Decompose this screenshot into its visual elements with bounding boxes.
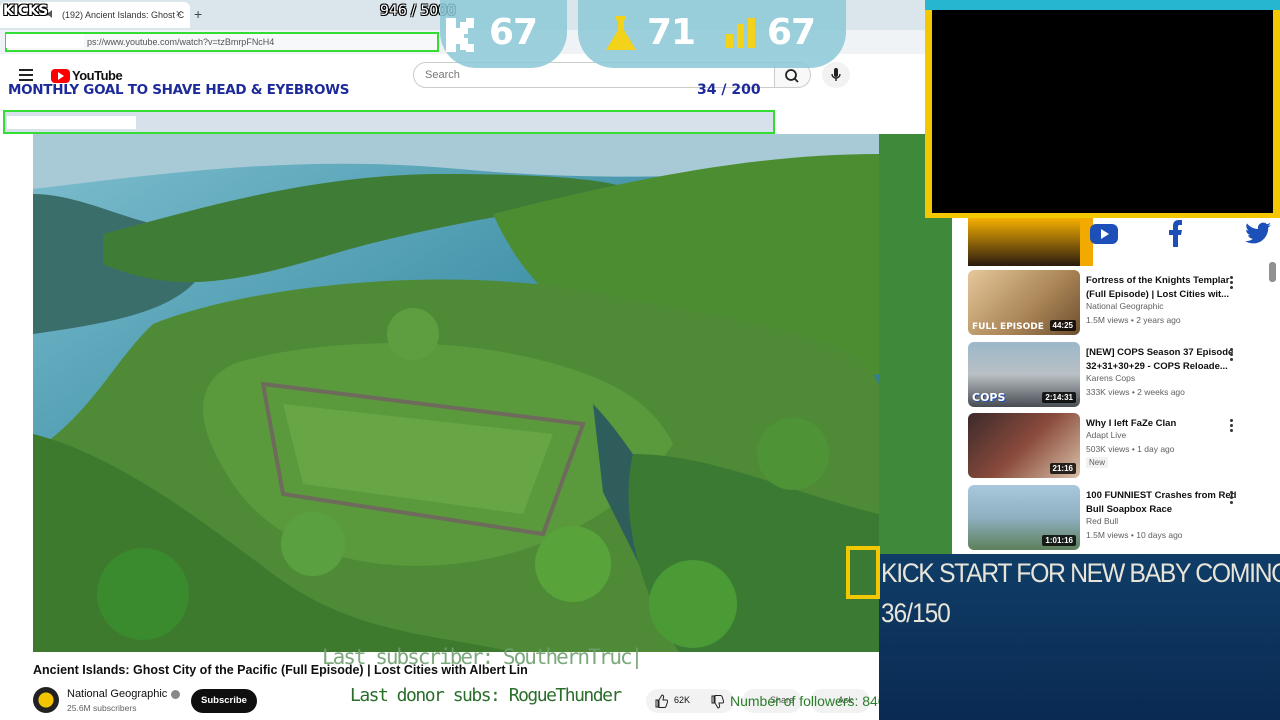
more-options-icon[interactable]: [1230, 276, 1233, 291]
goal-progress-fill: [7, 116, 136, 129]
close-icon[interactable]: ×: [176, 8, 182, 20]
more-options-icon[interactable]: [1230, 348, 1233, 363]
microphone-icon: [831, 68, 841, 81]
bar-chart-icon: [726, 18, 755, 48]
sidebar-scrollbar[interactable]: [1269, 262, 1276, 282]
flask-icon: [606, 16, 636, 50]
last-donor-text: Last donor subs: RogueThunder: [350, 685, 622, 706]
video-thumbnail[interactable]: 1:01:16: [968, 485, 1080, 550]
video-thumbnail[interactable]: 21:16: [968, 413, 1080, 478]
recommendation-item[interactable]: COPS 2:14:31 [NEW] COPS Season 37 Episod…: [968, 342, 1268, 408]
redacted-block: [6, 34, 84, 48]
video-duration: 1:01:16: [1042, 535, 1076, 546]
kicks-logo: KICKS: [3, 3, 48, 19]
monthly-goal-text: MONTHLY GOAL TO SHAVE HEAD & EYEBROWS: [8, 82, 350, 98]
youtube-logo[interactable]: YouTube: [51, 68, 123, 83]
followers-text: Number of followers: 840: [730, 693, 886, 709]
flask-stat-value: 71: [647, 12, 696, 53]
thumbs-up-icon[interactable]: [654, 694, 668, 708]
recommendation-channel[interactable]: Adapt Live: [1086, 430, 1126, 440]
kick-highlight-box: [846, 546, 880, 599]
video-duration: 44:25: [1049, 320, 1076, 331]
recommendation-channel[interactable]: Karens Cops: [1086, 373, 1135, 383]
recommendation-item[interactable]: 21:16 Why I left FaZe Clan Adapt Live 50…: [968, 413, 1268, 479]
recommendation-title[interactable]: [NEW] COPS Season 37 Episode 32+31+30+29…: [1086, 346, 1246, 374]
recommendation-title[interactable]: Fortress of the Knights Templar (Full Ep…: [1086, 274, 1246, 302]
recommendation-title[interactable]: Why I left FaZe Clan: [1086, 417, 1246, 431]
tab-title: (192) Ancient Islands: Ghost C: [62, 10, 185, 20]
recommendation-item[interactable]: 1:01:16 100 FUNNIEST Crashes from Red Bu…: [968, 485, 1268, 551]
cops-badge: COPS: [972, 391, 1006, 404]
channel-name-text: National Geographic: [67, 688, 168, 700]
recommendation-channel[interactable]: Red Bull: [1086, 516, 1118, 526]
twitter-social-icon: [1245, 222, 1271, 244]
video-thumbnail[interactable]: COPS 2:14:31: [968, 342, 1080, 407]
recommendation-meta: 1.5M views • 2 years ago: [1086, 315, 1181, 325]
video-duration: 21:16: [1049, 463, 1076, 474]
subscriber-count: 25.6M subscribers: [67, 703, 137, 713]
channel-avatar[interactable]: [33, 687, 59, 713]
kick-start-text: KICK START FOR NEW BABY COMING IN APRIL: [881, 558, 1280, 588]
voice-search-button[interactable]: [822, 62, 850, 88]
last-subscriber-text: Last subscriber: SouthernTruc|: [322, 645, 643, 669]
more-options-icon[interactable]: [1230, 419, 1233, 434]
twitter-icon[interactable]: [1238, 219, 1274, 249]
kick-start-count: 36/150: [881, 598, 951, 628]
recommendation-item[interactable]: FULL EPISODE 44:25 Fortress of the Knigh…: [968, 270, 1268, 336]
hamburger-menu-icon[interactable]: [19, 69, 33, 81]
social-bar: [968, 218, 1280, 266]
screen: (192) Ancient Islands: Ghost C × + KICKS…: [0, 0, 1280, 720]
bars-stat-value: 67: [767, 12, 816, 53]
youtube-social-icon: [1090, 224, 1118, 244]
thumbs-down-icon[interactable]: [710, 695, 724, 709]
like-dislike-buttons[interactable]: 62K: [646, 689, 734, 713]
kick-stat-value: 67: [489, 12, 538, 53]
new-badge: New: [1086, 457, 1109, 468]
like-count: 62K: [674, 695, 691, 705]
recommendation-meta: 1.5M views • 10 days ago: [1086, 530, 1183, 540]
subscribe-button[interactable]: Subscribe: [191, 689, 257, 713]
kick-logo-icon: [446, 18, 474, 52]
video-player[interactable]: [33, 134, 879, 652]
channel-name[interactable]: National Geographic: [67, 688, 181, 700]
recommendation-meta: 333K views • 2 weeks ago: [1086, 387, 1185, 397]
webcam-feed: [932, 10, 1273, 213]
new-tab-button[interactable]: +: [194, 6, 202, 22]
full-episode-badge: FULL EPISODE: [972, 322, 1044, 332]
monthly-goal-count: 34 / 200: [697, 82, 761, 98]
more-options-icon[interactable]: [1230, 491, 1233, 506]
facebook-icon[interactable]: [1157, 219, 1193, 249]
video-thumbnail[interactable]: FULL EPISODE 44:25: [968, 270, 1080, 335]
youtube-play-icon: [51, 68, 70, 83]
video-frame-aerial-island: [33, 134, 879, 652]
youtube-wordmark: YouTube: [72, 68, 123, 83]
webcam-frame-top: [925, 0, 1280, 10]
recommendation-channel[interactable]: National Geographic: [1086, 301, 1164, 311]
recommendation-meta: 503K views • 1 day ago: [1086, 444, 1175, 454]
youtube-icon[interactable]: [1086, 219, 1122, 249]
verified-icon: [171, 689, 181, 699]
facebook-social-icon: [1169, 220, 1182, 247]
video-duration: 2:14:31: [1042, 392, 1076, 403]
recommendation-title[interactable]: 100 FUNNIEST Crashes from Red Bull Soapb…: [1086, 489, 1246, 517]
